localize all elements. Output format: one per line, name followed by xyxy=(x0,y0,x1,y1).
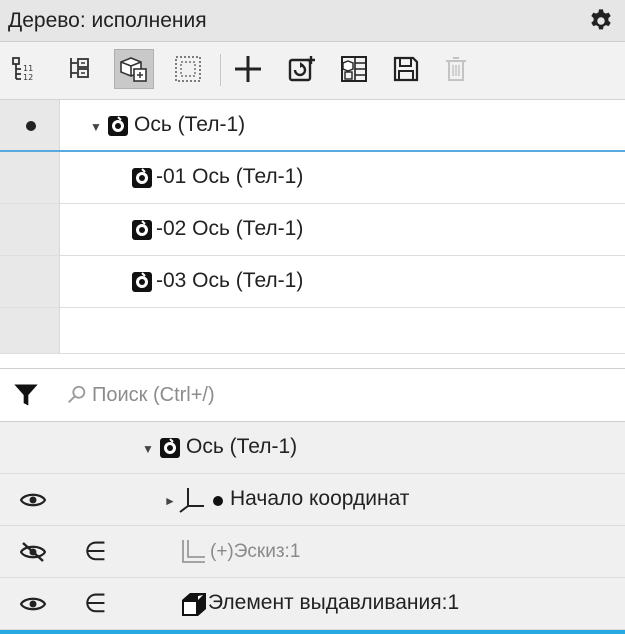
part-icon xyxy=(132,272,152,292)
svg-text:12: 12 xyxy=(23,73,33,82)
extrusion-icon xyxy=(182,593,206,616)
expand-caret-icon[interactable]: ▼ xyxy=(142,442,154,456)
variant-row[interactable]: -02 Ось (Тел-1) xyxy=(0,204,625,256)
search-input[interactable] xyxy=(92,378,612,412)
variant-row[interactable]: -03 Ось (Тел-1) xyxy=(0,256,625,308)
variant-label: Ось (Тел-1) xyxy=(134,113,246,136)
bottom-accent-bar xyxy=(0,630,625,634)
eye-icon[interactable] xyxy=(20,490,46,510)
eye-hidden-icon[interactable] xyxy=(20,542,46,562)
toolbar: 11 12 xyxy=(0,42,625,100)
dashed-selection-button[interactable] xyxy=(168,49,208,89)
collapse-caret-icon[interactable]: ► xyxy=(164,494,176,508)
expand-caret-icon[interactable]: ▼ xyxy=(90,120,102,134)
current-variant-column xyxy=(0,256,60,308)
toolbar-separator xyxy=(220,54,221,86)
belongs-column: ∈ xyxy=(60,526,114,577)
eye-icon[interactable] xyxy=(20,594,46,614)
variant-row[interactable]: -01 Ось (Тел-1) xyxy=(0,152,625,204)
part-icon xyxy=(132,168,152,188)
save-icon xyxy=(393,56,419,82)
current-variant-column xyxy=(0,100,60,152)
table-icon xyxy=(341,56,367,82)
tree-item-label: (+)Эскиз:1 xyxy=(210,541,301,562)
search-bar xyxy=(0,368,625,422)
element-of-icon: ∈ xyxy=(84,536,107,566)
add-button[interactable] xyxy=(228,49,268,89)
variant-label: -03 Ось (Тел-1) xyxy=(156,269,304,292)
belongs-column xyxy=(60,422,114,473)
row-divider xyxy=(0,353,625,354)
tree-item-label: Ось (Тел-1) xyxy=(186,435,298,458)
search-icon xyxy=(68,385,86,403)
variants-tree-panel: Дерево: исполнения 11 12 ▼ Ось (Тел-1) -… xyxy=(0,0,625,634)
variant-label: -01 Ось (Тел-1) xyxy=(156,165,304,188)
tree-item-label: Элемент выдавливания:1 xyxy=(208,591,460,614)
table-button[interactable] xyxy=(334,49,374,89)
current-variant-column xyxy=(0,308,60,354)
gear-icon[interactable] xyxy=(587,7,615,35)
delete-button[interactable] xyxy=(436,49,476,89)
element-of-icon: ∈ xyxy=(84,588,107,618)
belongs-column xyxy=(60,474,114,525)
point-icon xyxy=(213,496,223,506)
numbered-tree-icon xyxy=(70,58,89,78)
panel-titlebar: Дерево: исполнения xyxy=(0,0,625,42)
tree-row-sketch[interactable]: ∈ (+)Эскиз:1 xyxy=(0,526,625,578)
structure-tree-button[interactable]: 11 12 xyxy=(4,49,44,89)
svg-text:11: 11 xyxy=(23,64,33,73)
add-icon xyxy=(235,56,261,82)
current-variant-column xyxy=(0,204,60,256)
dashed-selection-icon xyxy=(175,56,201,82)
tree-row-root[interactable]: ▼ Ось (Тел-1) xyxy=(0,422,625,474)
empty-row xyxy=(0,308,625,354)
delete-icon xyxy=(446,57,466,81)
rebuild-button[interactable] xyxy=(282,49,322,89)
rebuild-icon xyxy=(288,56,315,82)
part-icon xyxy=(132,220,152,240)
axes-icon xyxy=(179,488,204,513)
visibility-column xyxy=(0,474,60,525)
variant-row-base[interactable]: ▼ Ось (Тел-1) xyxy=(0,100,625,152)
panel-title: Дерево: исполнения xyxy=(8,9,207,32)
sketch-icon xyxy=(182,540,205,563)
parts-3d-button[interactable] xyxy=(114,49,154,89)
current-marker-icon xyxy=(26,121,36,131)
save-button[interactable] xyxy=(386,49,426,89)
belongs-column: ∈ xyxy=(60,578,114,629)
model-tree: ▼ Ось (Тел-1) ► Начало координат ∈ (+)Эс… xyxy=(0,422,625,634)
variant-label: -02 Ось (Тел-1) xyxy=(156,217,304,240)
variants-tree: ▼ Ось (Тел-1) -01 Ось (Тел-1) -02 Ось (Т… xyxy=(0,100,625,368)
part-icon xyxy=(108,116,128,136)
parts-3d-icon xyxy=(120,57,147,82)
part-icon xyxy=(160,438,180,458)
numbered-tree-button[interactable] xyxy=(60,49,100,89)
current-variant-column xyxy=(0,152,60,204)
visibility-column xyxy=(0,578,60,629)
visibility-column xyxy=(0,526,60,577)
visibility-column xyxy=(0,422,60,473)
filter-icon[interactable] xyxy=(12,381,40,409)
tree-row-extrusion[interactable]: ∈ Элемент выдавливания:1 xyxy=(0,578,625,630)
structure-tree-icon: 11 12 xyxy=(12,57,33,82)
tree-item-label: Начало координат xyxy=(230,487,410,510)
tree-row-origin[interactable]: ► Начало координат xyxy=(0,474,625,526)
